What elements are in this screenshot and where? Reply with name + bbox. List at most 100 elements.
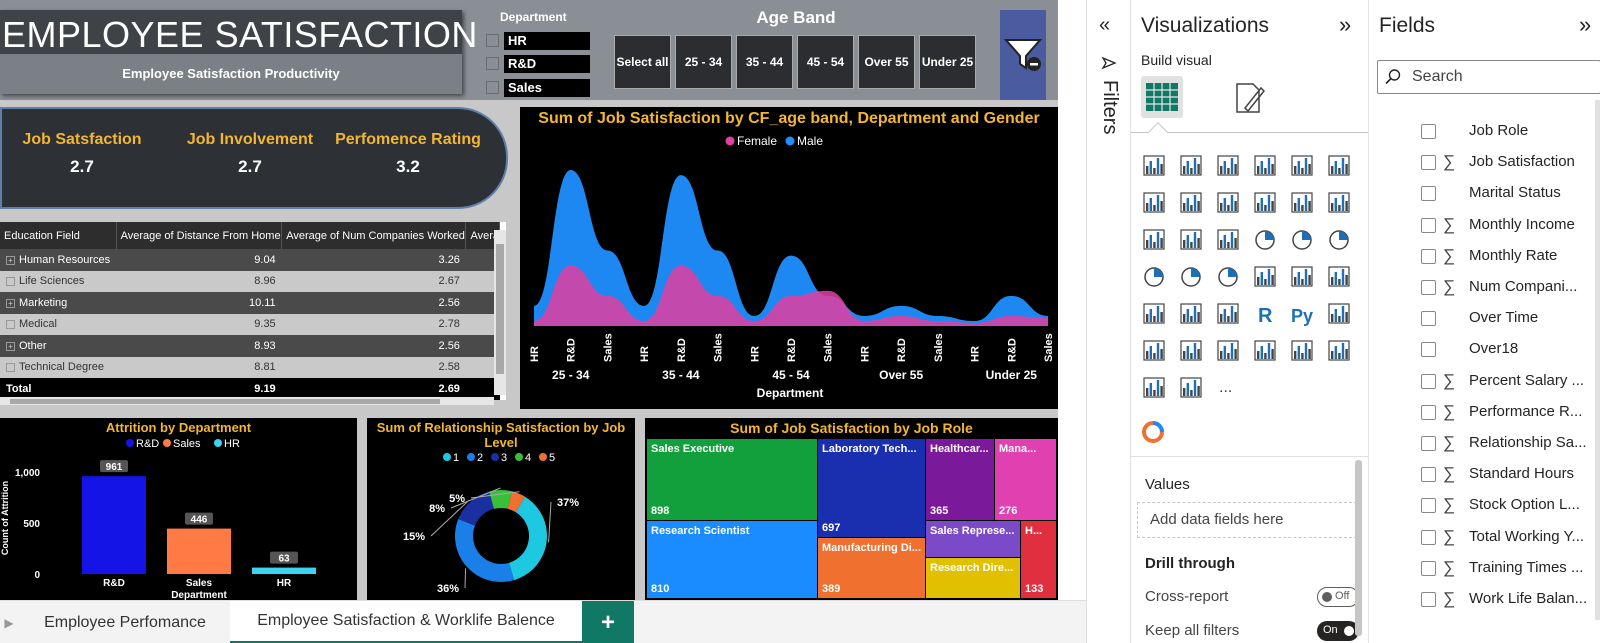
matrix-icon[interactable]	[1217, 303, 1239, 324]
field-item[interactable]: ∑ Total Working Y...	[1369, 524, 1600, 552]
treemap-tile[interactable]: Laboratory Tech... 697	[818, 439, 925, 537]
field-checkbox[interactable]	[1421, 467, 1436, 483]
field-checkbox[interactable]	[1421, 560, 1436, 576]
job-role-treemap[interactable]: Sum of Job Satisfaction by Job Role Sale…	[645, 418, 1058, 600]
100-column-icon[interactable]	[1328, 155, 1350, 176]
field-checkbox[interactable]	[1421, 248, 1436, 264]
expand-left-icon[interactable]: «	[1099, 14, 1110, 37]
visualizations-scrollbar[interactable]	[1355, 460, 1362, 636]
field-item[interactable]: Marital Status	[1369, 180, 1600, 208]
age-button-35-44[interactable]: 35 - 44	[736, 35, 793, 89]
field-item[interactable]: Job Role	[1369, 118, 1600, 146]
field-checkbox[interactable]	[1421, 280, 1436, 295]
field-checkbox[interactable]	[1421, 373, 1436, 389]
expand-icon[interactable]: +	[6, 341, 15, 351]
field-checkbox[interactable]	[1421, 124, 1436, 139]
clear-filters-button[interactable]	[1000, 10, 1046, 100]
department-option-sales[interactable]: Sales	[486, 79, 590, 97]
expand-icon[interactable]: +	[6, 298, 15, 308]
field-checkbox[interactable]	[1421, 311, 1436, 327]
gauge-icon[interactable]	[1218, 267, 1238, 287]
treemap-tile[interactable]: Healthcar... 365	[926, 439, 994, 520]
checkbox[interactable]	[486, 81, 499, 94]
add-page-button[interactable]: +	[582, 601, 634, 643]
tab-employee-satisfaction[interactable]: Employee Satisfaction & Worklife Balence	[230, 601, 582, 643]
field-checkbox[interactable]	[1421, 498, 1436, 514]
field-item[interactable]: ∑ Work Life Balan...	[1369, 586, 1600, 614]
table-horizontal-scrollbar[interactable]	[0, 397, 494, 405]
decomposition-tree-icon[interactable]	[1143, 340, 1165, 361]
table-row[interactable]: + Other 8.93 2.56	[0, 335, 500, 357]
attrition-bar-chart[interactable]: Attrition by Department R&D Sales HR 0 500 1,…	[0, 418, 357, 600]
age-button-under-25[interactable]: Under 25	[919, 35, 976, 89]
tabs-scroll-left-icon[interactable]: ▶	[0, 601, 18, 643]
line-clustered-icon[interactable]	[1291, 192, 1313, 213]
funnel-icon[interactable]	[1180, 229, 1202, 250]
field-item[interactable]: ∑ Training Times ...	[1369, 555, 1600, 583]
age-button-over-55[interactable]: Over 55	[858, 35, 915, 89]
qa-icon[interactable]	[1180, 340, 1202, 361]
scatter-icon[interactable]	[1217, 229, 1239, 250]
field-checkbox[interactable]	[1421, 342, 1436, 358]
collapse-fields-icon[interactable]: »	[1579, 12, 1591, 38]
map-icon[interactable]	[1144, 267, 1164, 287]
filters-pane-collapsed[interactable]: « Filters	[1086, 0, 1130, 643]
fields-scrollbar[interactable]	[1595, 100, 1600, 620]
field-checkbox[interactable]	[1421, 155, 1436, 171]
treemap-tile[interactable]: Manufacturing Di... 389	[818, 538, 925, 598]
filled-map-icon[interactable]	[1181, 267, 1201, 287]
table-header[interactable]: Average of Num Companies Worked	[281, 222, 467, 249]
field-checkbox[interactable]	[1421, 529, 1436, 545]
pie-chart-icon[interactable]	[1255, 230, 1275, 250]
treemap-tile[interactable]: Sales Executive 898	[647, 439, 817, 520]
treemap-tile[interactable]: H... 133	[1021, 521, 1056, 598]
field-checkbox[interactable]	[1421, 404, 1436, 420]
ribbon-chart-icon[interactable]	[1328, 192, 1350, 213]
field-item[interactable]: ∑ Monthly Income	[1369, 212, 1600, 240]
expand-icon[interactable]: +	[6, 363, 15, 373]
table-row[interactable]: + Human Resources 9.04 3.26	[0, 249, 500, 271]
stacked-area-icon[interactable]	[1217, 192, 1239, 213]
checkbox[interactable]	[486, 34, 499, 47]
custom-visual-icon[interactable]	[1141, 420, 1165, 444]
r-visual-icon[interactable]: R	[1258, 305, 1273, 327]
age-button-select-all[interactable]: Select all	[614, 35, 671, 89]
field-item[interactable]: ∑ Standard Hours	[1369, 461, 1600, 489]
card-icon[interactable]	[1254, 266, 1276, 287]
treemap-area[interactable]: Sales Executive 898 Research Scientist 810 L…	[647, 439, 1056, 598]
power-apps-icon[interactable]	[1328, 340, 1350, 361]
bar-chart-svg[interactable]: R&D Sales HR 0 500 1,000 Count of Attrition 961…	[0, 436, 357, 600]
expand-icon[interactable]: +	[6, 320, 15, 330]
field-item[interactable]: ∑ Job Satisfaction	[1369, 149, 1600, 177]
line-chart-icon[interactable]	[1143, 192, 1165, 213]
relationship-donut-chart[interactable]: Sum of Relationship Satisfaction by Job …	[367, 418, 635, 600]
100-bar-icon[interactable]	[1291, 155, 1313, 176]
tab-employee-performance[interactable]: Employee Perfomance	[20, 601, 230, 643]
table-icon[interactable]	[1180, 303, 1202, 324]
visual-type-gallery[interactable]: R Py...	[1137, 150, 1357, 420]
smart-narrative-icon[interactable]	[1291, 340, 1313, 361]
checkbox[interactable]	[486, 57, 499, 70]
collapse-right-icon[interactable]: »	[1339, 12, 1351, 38]
kpi-icon[interactable]	[1328, 266, 1350, 287]
treemap-tile[interactable]: Research Scientist 810	[647, 521, 817, 598]
waterfall-icon[interactable]	[1143, 229, 1165, 250]
field-item[interactable]: ∑ Num Compani...	[1369, 274, 1600, 302]
job-satisfaction-area-chart[interactable]: Sum of Job Satisfaction by CF_age band, …	[520, 107, 1058, 409]
clustered-bar-icon[interactable]	[1217, 155, 1239, 176]
clustered-column-icon[interactable]	[1254, 155, 1276, 176]
table-row[interactable]: + Marketing 10.11 2.56	[0, 292, 500, 314]
treemap-tile[interactable]: Sales Represe...	[926, 521, 1020, 557]
chevron-visual-icon[interactable]	[1180, 377, 1202, 398]
age-button-45-54[interactable]: 45 - 54	[797, 35, 854, 89]
cross-report-toggle[interactable]: Off	[1317, 587, 1359, 607]
field-item[interactable]: ∑ Stock Option L...	[1369, 492, 1600, 520]
fields-search-input[interactable]: Search	[1377, 60, 1600, 94]
field-item[interactable]: ∑ Performance R...	[1369, 399, 1600, 427]
slicer-icon[interactable]	[1143, 303, 1165, 324]
table-row[interactable]: + Medical 9.35 2.78	[0, 313, 500, 335]
department-option-rd[interactable]: R&D	[486, 55, 590, 73]
field-item[interactable]: Over18	[1369, 336, 1600, 364]
field-item[interactable]: ∑ Monthly Rate	[1369, 243, 1600, 271]
field-checkbox[interactable]	[1421, 186, 1436, 202]
